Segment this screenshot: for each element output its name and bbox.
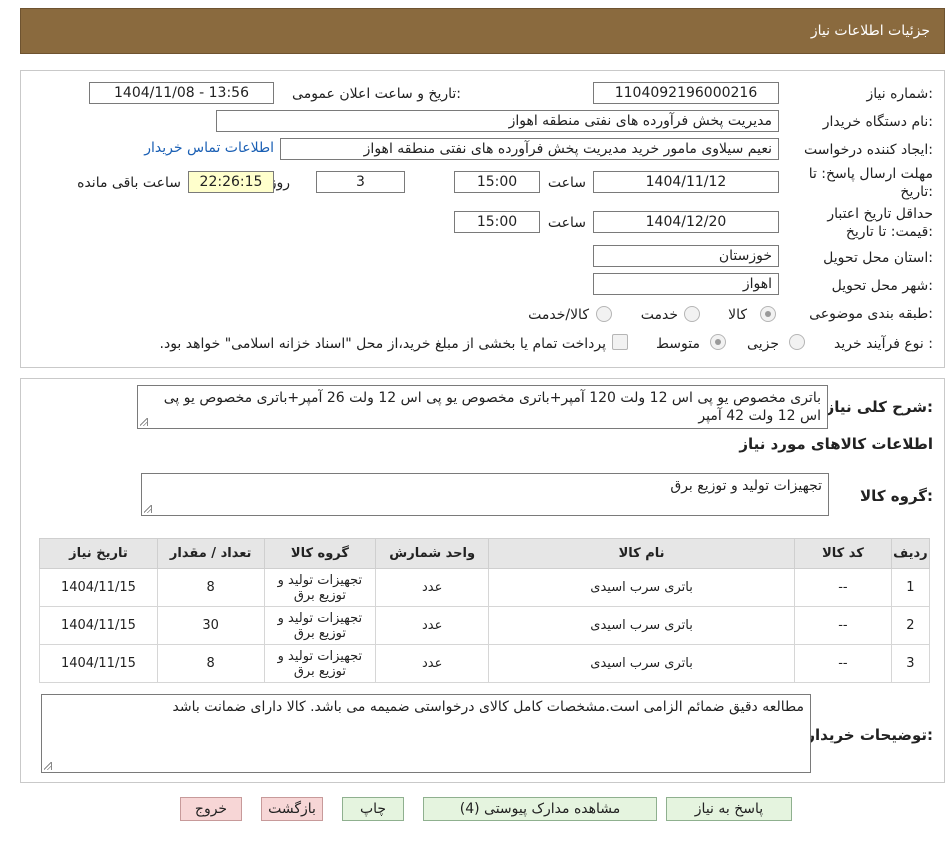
- cell-name: باتری سرب اسیدی: [488, 606, 796, 645]
- cell-name: باتری سرب اسیدی: [488, 644, 796, 683]
- treasury-payment-checkbox[interactable]: [612, 334, 628, 350]
- view-attachments-button[interactable]: مشاهده مدارک پیوستی (4): [423, 797, 657, 821]
- validity-label-line2: قیمت: تا تاریخ:: [845, 224, 933, 240]
- col-header-name: نام کالا: [488, 538, 796, 569]
- exit-button[interactable]: خروج: [180, 797, 242, 821]
- cell-row-index: 2: [890, 606, 931, 645]
- validity-label-line1: حداقل تاریخ اعتبار: [827, 206, 933, 222]
- buyer-notes-label: توضیحات خریدار:: [806, 726, 933, 744]
- table-row: 1 -- باتری سرب اسیدی عدد تجهیزات تولید و…: [39, 568, 931, 607]
- process-radio-minor[interactable]: [789, 334, 805, 350]
- cell-unit: عدد: [375, 568, 490, 607]
- col-header-qty: تعداد / مقدار: [156, 538, 265, 569]
- deadline-date-field: 1404/11/12: [593, 171, 779, 193]
- cell-code: --: [794, 568, 892, 607]
- need-number-field: 1104092196000216: [593, 82, 779, 104]
- summary-textarea[interactable]: باتری مخصوص یو پی اس 12 ولت 120 آمپر+بات…: [137, 385, 828, 429]
- validity-time-label: ساعت: [547, 215, 586, 231]
- col-header-date: تاریخ نیاز: [39, 538, 158, 569]
- category-radio-service[interactable]: [684, 306, 700, 322]
- deadline-label-line1: مهلت ارسال پاسخ: تا: [808, 166, 933, 182]
- resize-grip-icon[interactable]: [144, 505, 152, 513]
- process-type-label: نوع فرآیند خرید :: [834, 336, 933, 352]
- goods-section-title: اطلاعات کالاهای مورد نیاز: [739, 435, 933, 453]
- col-header-code: کد کالا: [794, 538, 892, 569]
- remaining-time-label: ساعت باقی مانده: [77, 175, 181, 191]
- announce-datetime-field: 1404/11/08 - 13:56: [89, 82, 274, 104]
- treasury-payment-note: پرداخت تمام یا بخشی از مبلغ خرید،از محل …: [159, 336, 606, 352]
- announce-label: تاریخ و ساعت اعلان عمومی:: [292, 86, 461, 102]
- requester-field: نعیم سیلاوی مامور خرید مدیریت پخش فرآورد…: [280, 138, 779, 160]
- summary-text: باتری مخصوص یو پی اس 12 ولت 120 آمپر+بات…: [163, 390, 821, 424]
- remaining-time-field: 22:26:15: [188, 171, 274, 193]
- cell-qty: 30: [156, 606, 265, 645]
- cell-date: 1404/11/15: [39, 568, 158, 607]
- cell-unit: عدد: [375, 644, 490, 683]
- cell-qty: 8: [156, 568, 265, 607]
- col-header-group: گروه کالا: [263, 538, 377, 569]
- category-radio-goods-service[interactable]: [596, 306, 612, 322]
- goods-table: ردیف کد کالا نام کالا واحد شمارش گروه کا…: [39, 538, 931, 683]
- cell-date: 1404/11/15: [39, 644, 158, 683]
- province-label: استان محل تحویل:: [823, 250, 933, 266]
- print-button[interactable]: چاپ: [342, 797, 404, 821]
- cell-group: تجهیزات تولید و توزیع برق: [263, 644, 377, 683]
- category-option-goods: کالا: [728, 307, 747, 323]
- back-button[interactable]: بازگشت: [261, 797, 323, 821]
- col-header-unit: واحد شمارش: [375, 538, 490, 569]
- goods-table-header: ردیف کد کالا نام کالا واحد شمارش گروه کا…: [39, 538, 931, 569]
- process-option-minor: جزیی: [747, 336, 779, 352]
- table-row: 3 -- باتری سرب اسیدی عدد تجهیزات تولید و…: [39, 644, 931, 683]
- province-field: خوزستان: [593, 245, 779, 267]
- process-option-medium: متوسط: [656, 336, 700, 352]
- city-label: شهر محل تحویل:: [831, 278, 933, 294]
- summary-label: شرح کلی نیاز:: [825, 398, 933, 416]
- cell-group: تجهیزات تولید و توزیع برق: [263, 568, 377, 607]
- cell-code: --: [794, 644, 892, 683]
- deadline-label-line2: تاریخ:: [900, 184, 933, 200]
- cell-name: باتری سرب اسیدی: [488, 568, 796, 607]
- buyer-notes-text: مطالعه دقیق ضمائم الزامی است.مشخصات کامل…: [172, 699, 804, 715]
- deadline-time-field: 15:00: [454, 171, 540, 193]
- resize-grip-icon[interactable]: [44, 762, 52, 770]
- cell-row-index: 3: [890, 644, 931, 683]
- buyer-contact-link[interactable]: اطلاعات تماس خریدار: [144, 140, 274, 156]
- cell-row-index: 1: [890, 568, 931, 607]
- page-header: جزئيات اطلاعات نياز: [20, 8, 945, 54]
- deadline-time-label: ساعت: [547, 175, 586, 191]
- cell-group: تجهیزات تولید و توزیع برق: [263, 606, 377, 645]
- cell-code: --: [794, 606, 892, 645]
- resize-grip-icon[interactable]: [140, 418, 148, 426]
- requester-label: ایجاد کننده درخواست:: [804, 142, 933, 158]
- buyer-org-field: مدیریت پخش فرآورده های نفتی منطقه اهواز: [216, 110, 779, 132]
- validity-date-field: 1404/12/20: [593, 211, 779, 233]
- category-option-service: خدمت: [640, 307, 678, 323]
- days-remaining-field: 3: [316, 171, 405, 193]
- need-number-label: شماره نیاز:: [866, 86, 933, 102]
- cell-qty: 8: [156, 644, 265, 683]
- buyer-org-label: نام دستگاه خریدار:: [822, 114, 933, 130]
- goods-group-text: تجهیزات تولید و توزیع برق: [670, 478, 822, 494]
- process-radio-medium[interactable]: [710, 334, 726, 350]
- col-header-row: ردیف: [890, 538, 931, 569]
- cell-date: 1404/11/15: [39, 606, 158, 645]
- reply-button[interactable]: پاسخ به نیاز: [666, 797, 792, 821]
- goods-group-textarea[interactable]: تجهیزات تولید و توزیع برق: [141, 473, 829, 516]
- goods-group-label: گروه کالا:: [860, 487, 933, 505]
- validity-time-field: 15:00: [454, 211, 540, 233]
- category-label: طبقه بندی موضوعی:: [809, 306, 933, 322]
- category-option-goods-service: کالا/خدمت: [528, 307, 589, 323]
- city-field: اهواز: [593, 273, 779, 295]
- table-row: 2 -- باتری سرب اسیدی عدد تجهیزات تولید و…: [39, 606, 931, 645]
- page-title: جزئيات اطلاعات نياز: [810, 23, 930, 39]
- category-radio-goods[interactable]: [760, 306, 776, 322]
- buyer-notes-textarea[interactable]: مطالعه دقیق ضمائم الزامی است.مشخصات کامل…: [41, 694, 811, 773]
- cell-unit: عدد: [375, 606, 490, 645]
